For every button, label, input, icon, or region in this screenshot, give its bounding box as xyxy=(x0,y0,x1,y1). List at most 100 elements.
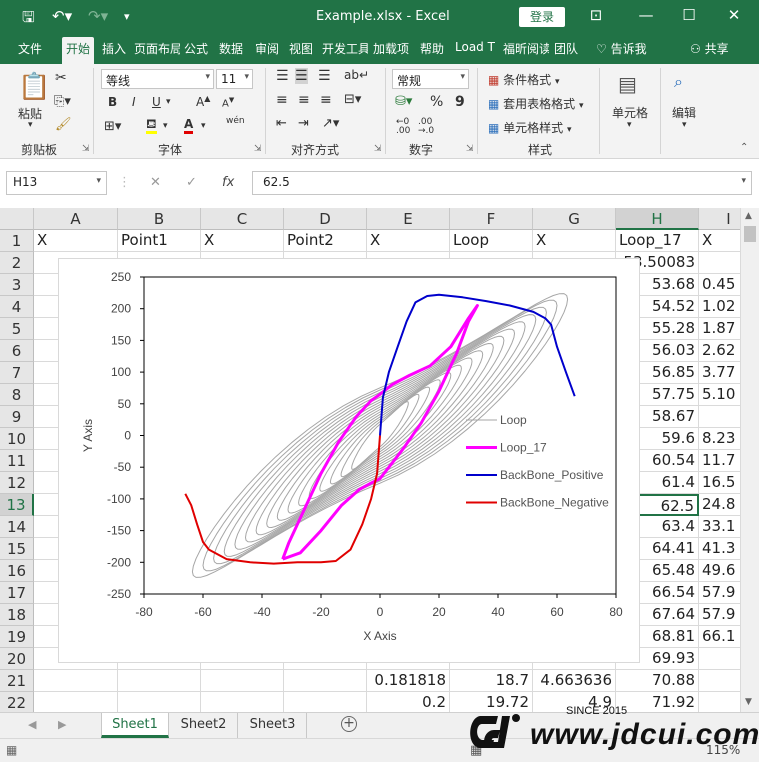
row-header-4[interactable]: 4 xyxy=(0,296,34,318)
underline-button[interactable]: U xyxy=(152,95,161,109)
tab-help[interactable]: 帮助 xyxy=(420,40,444,57)
cells-icon[interactable]: ▤ xyxy=(618,72,637,96)
formula-input[interactable]: 62.5 ▾ xyxy=(252,171,752,195)
row-header-7[interactable]: 7 xyxy=(0,362,34,384)
tab-view[interactable]: 视图 xyxy=(289,40,313,57)
format-as-table-button[interactable]: ▦ 套用表格格式 ▾ xyxy=(488,95,584,112)
cell-e21[interactable]: 0.181818 xyxy=(367,670,450,692)
shrink-font-button[interactable]: A▼ xyxy=(222,96,234,109)
sheet-tab-1[interactable]: Sheet1 xyxy=(101,713,169,738)
decrease-indent-icon[interactable]: ⇤ xyxy=(276,116,287,131)
decrease-decimal-icon[interactable]: .00 →.0 xyxy=(418,118,434,136)
cell-i21[interactable] xyxy=(699,670,740,692)
cell-i1[interactable]: X xyxy=(699,230,740,252)
customize-qat-icon[interactable]: ▾ xyxy=(124,10,130,23)
cell-c1[interactable]: X xyxy=(201,230,284,252)
underline-dropdown-icon[interactable]: ▾ xyxy=(166,97,171,107)
wrap-text-icon[interactable]: ab↵ xyxy=(344,68,369,82)
redo-icon[interactable]: ↷▾ xyxy=(88,7,108,25)
add-sheet-icon[interactable]: + xyxy=(341,716,357,732)
clipboard-launcher-icon[interactable]: ⇲ xyxy=(82,144,90,154)
number-format-select[interactable]: 常规 ▾ xyxy=(392,69,469,89)
column-header-d[interactable]: D xyxy=(284,208,367,230)
align-right-icon[interactable]: ≡ xyxy=(320,92,332,108)
row-header-21[interactable]: 21 xyxy=(0,670,34,692)
cell-g1[interactable]: X xyxy=(533,230,616,252)
cell-i10[interactable]: 8.23 xyxy=(699,428,740,450)
tab-load-t[interactable]: Load T xyxy=(455,40,497,54)
row-header-15[interactable]: 15 xyxy=(0,538,34,560)
row-header-5[interactable]: 5 xyxy=(0,318,34,340)
cell-c22[interactable] xyxy=(201,692,284,712)
tab-data[interactable]: 数据 xyxy=(219,40,243,57)
tab-foxit[interactable]: 福昕阅读 xyxy=(503,40,549,57)
conditional-formatting-button[interactable]: ▦ 条件格式 ▾ xyxy=(488,71,560,88)
enter-icon[interactable]: ✓ xyxy=(186,175,197,190)
scroll-thumb[interactable] xyxy=(744,226,756,242)
column-header-h[interactable]: H xyxy=(616,208,699,230)
cell-h21[interactable]: 70.88 xyxy=(616,670,699,692)
cell-b22[interactable] xyxy=(118,692,201,712)
maximize-icon[interactable]: ☐ xyxy=(679,6,699,24)
minimize-icon[interactable]: — xyxy=(636,6,656,24)
cell-d21[interactable] xyxy=(284,670,367,692)
row-header-6[interactable]: 6 xyxy=(0,340,34,362)
cell-i2[interactable] xyxy=(699,252,740,274)
font-name-select[interactable]: 等线 ▾ xyxy=(101,69,214,89)
align-bottom-icon[interactable]: ☰ xyxy=(318,68,331,84)
cut-icon[interactable]: ✂ xyxy=(55,70,67,86)
cell-d22[interactable] xyxy=(284,692,367,712)
row-header-13[interactable]: 13 xyxy=(0,494,34,516)
cell-i3[interactable]: 0.45 xyxy=(699,274,740,296)
tab-developer[interactable]: 开发工具 xyxy=(322,40,368,57)
tab-page-layout[interactable]: 页面布局 xyxy=(134,40,180,57)
cell-f21[interactable]: 18.7 xyxy=(450,670,533,692)
tab-team[interactable]: 团队 xyxy=(554,40,578,57)
cell-i12[interactable]: 16.5 xyxy=(699,472,740,494)
search-icon[interactable]: ⌕ xyxy=(674,72,683,92)
column-header-i[interactable]: I xyxy=(699,208,740,230)
align-middle-icon[interactable]: ☰ xyxy=(295,68,308,84)
column-header-f[interactable]: F xyxy=(450,208,533,230)
font-size-select[interactable]: 11 ▾ xyxy=(216,69,253,89)
cell-b21[interactable] xyxy=(118,670,201,692)
row-header-14[interactable]: 14 xyxy=(0,516,34,538)
column-header-e[interactable]: E xyxy=(367,208,450,230)
align-top-icon[interactable]: ☰ xyxy=(276,68,289,84)
close-icon[interactable]: ✕ xyxy=(724,6,744,24)
sheet-tab-2[interactable]: Sheet2 xyxy=(170,713,238,738)
row-header-18[interactable]: 18 xyxy=(0,604,34,626)
cell-i13[interactable]: 24.8 xyxy=(699,494,740,516)
tab-review[interactable]: 审阅 xyxy=(255,40,279,57)
copy-icon[interactable]: ⎘▾ xyxy=(54,94,71,109)
cell-h1[interactable]: Loop_17 xyxy=(616,230,699,252)
comma-style-button[interactable]: 9 xyxy=(455,94,465,110)
tab-file[interactable]: 文件 xyxy=(18,40,42,57)
tab-home[interactable]: 开始 xyxy=(62,37,95,64)
cell-i16[interactable]: 49.6 xyxy=(699,560,740,582)
cells-button[interactable]: 单元格 xyxy=(612,104,648,121)
percent-button[interactable]: % xyxy=(430,94,443,110)
fill-color-icon[interactable]: ⛾ xyxy=(146,118,157,134)
row-header-1[interactable]: 1 xyxy=(0,230,34,252)
merge-center-icon[interactable]: ⊟▾ xyxy=(344,92,361,107)
phonetic-button[interactable]: wén xyxy=(226,116,245,126)
cell-a22[interactable] xyxy=(34,692,118,712)
row-header-19[interactable]: 19 xyxy=(0,626,34,648)
row-header-17[interactable]: 17 xyxy=(0,582,34,604)
cell-c21[interactable] xyxy=(201,670,284,692)
editing-button[interactable]: 编辑 xyxy=(672,104,696,121)
tab-addins[interactable]: 加载项 xyxy=(373,40,409,57)
cell-g21[interactable]: 4.663636 xyxy=(533,670,616,692)
paste-dropdown-icon[interactable]: ▾ xyxy=(28,120,33,130)
cell-i9[interactable] xyxy=(699,406,740,428)
drag-handle-icon[interactable]: ⋮ xyxy=(118,175,131,190)
number-launcher-icon[interactable]: ⇲ xyxy=(466,144,474,154)
row-header-22[interactable]: 22 xyxy=(0,692,34,712)
cell-i15[interactable]: 41.3 xyxy=(699,538,740,560)
cell-i8[interactable]: 5.10 xyxy=(699,384,740,406)
font-launcher-icon[interactable]: ⇲ xyxy=(254,144,262,154)
cell-i20[interactable] xyxy=(699,648,740,670)
undo-icon[interactable]: ↶▾ xyxy=(52,7,72,25)
share-button[interactable]: ⚇ 共享 xyxy=(690,40,729,57)
